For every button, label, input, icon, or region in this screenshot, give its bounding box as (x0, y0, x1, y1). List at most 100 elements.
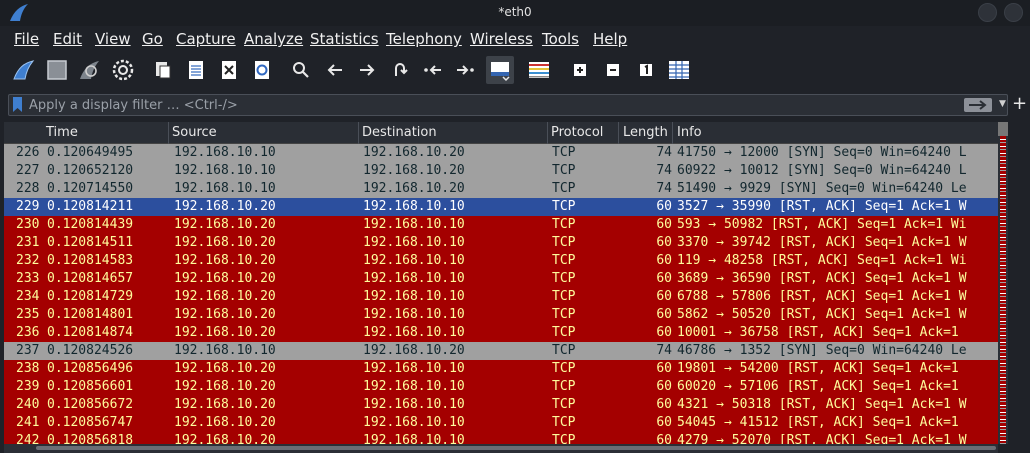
packet-cell-time: 0.120814729 (47, 289, 134, 304)
horizontal-scroll-thumb[interactable] (36, 446, 996, 450)
menu-wireless[interactable]: Wireless (470, 30, 533, 48)
packet-cell-src: 192.168.10.20 (174, 433, 276, 444)
menu-telephony[interactable]: Telephony (386, 30, 462, 48)
packet-cell-time: 0.120824526 (47, 343, 134, 358)
packet-row[interactable]: 240 0.120856672 192.168.10.20 192.168.10.10… (4, 396, 998, 414)
packet-cell-info: 10001 → 36758 [RST, ACK] Seq=1 Ack=1 (677, 325, 959, 340)
menu-analyze[interactable]: Analyze (244, 30, 303, 48)
packet-minimap[interactable] (1000, 122, 1006, 444)
jump-arrow-icon (395, 63, 408, 76)
zoom-out-button[interactable] (600, 57, 626, 83)
capture-options-button[interactable] (110, 57, 136, 83)
filter-history-dropdown[interactable]: ▼ (999, 99, 1006, 109)
main-toolbar (0, 52, 1030, 90)
column-divider[interactable] (618, 122, 619, 144)
packet-cell-no: 240 (16, 397, 40, 412)
packet-row[interactable]: 233 0.120814657 192.168.10.20 192.168.10.10… (4, 270, 998, 288)
column-header-protocol[interactable]: Protocol (551, 125, 603, 140)
stop-capture-button[interactable] (44, 57, 70, 83)
last-packet-icon (457, 65, 474, 75)
restart-capture-button[interactable] (76, 57, 102, 83)
packet-row[interactable]: 232 0.120814583 192.168.10.20 192.168.10.10… (4, 252, 998, 270)
menu-capture[interactable]: Capture (176, 30, 236, 48)
packet-row[interactable]: 239 0.120856601 192.168.10.20 192.168.10.10… (4, 378, 998, 396)
column-header-source[interactable]: Source (172, 125, 217, 140)
minimize-button[interactable] (978, 3, 997, 22)
add-filter-button-icon[interactable]: + (1012, 94, 1027, 114)
packet-cell-proto: TCP (552, 433, 576, 444)
column-divider[interactable] (547, 122, 548, 144)
packet-cell-dst: 192.168.10.20 (363, 163, 465, 178)
column-divider[interactable] (672, 122, 673, 144)
open-file-button[interactable] (150, 57, 176, 83)
menu-tools[interactable]: Tools (542, 30, 579, 48)
menu-help[interactable]: Help (593, 30, 627, 48)
save-file-button[interactable] (183, 57, 209, 83)
packet-row[interactable]: 229 0.120814211 192.168.10.20 192.168.10.10… (4, 198, 998, 216)
go-to-packet-button[interactable] (387, 57, 413, 83)
packet-cell-time: 0.120814439 (47, 217, 134, 232)
packet-cell-proto: TCP (552, 217, 576, 232)
packet-row[interactable]: 235 0.120814801 192.168.10.20 192.168.10.10… (4, 306, 998, 324)
first-packet-button[interactable] (420, 57, 446, 83)
packet-cell-dst: 192.168.10.10 (363, 433, 465, 444)
display-filter-input[interactable] (29, 96, 949, 114)
packet-row[interactable]: 241 0.120856747 192.168.10.20 192.168.10.10… (4, 414, 998, 432)
column-divider[interactable] (168, 122, 169, 144)
packet-cell-proto: TCP (552, 379, 576, 394)
packet-list[interactable]: Time Source Destination Protocol Length … (4, 122, 998, 444)
reload-file-button[interactable] (249, 57, 275, 83)
packet-row[interactable]: 231 0.120814511 192.168.10.20 192.168.10.10… (4, 234, 998, 252)
packet-cell-proto: TCP (552, 145, 576, 160)
zoom-in-button[interactable] (567, 57, 593, 83)
column-header-length[interactable]: Length (623, 125, 668, 140)
packet-cell-time: 0.120814801 (47, 307, 134, 322)
menu-file[interactable]: File (14, 30, 39, 48)
column-header-info[interactable]: Info (677, 125, 702, 140)
packet-row[interactable]: 238 0.120856496 192.168.10.20 192.168.10.10… (4, 360, 998, 378)
search-icon (293, 62, 309, 78)
last-packet-button[interactable] (452, 57, 478, 83)
packet-cell-info: 3527 → 35990 [RST, ACK] Seq=1 Ack=1 W (677, 199, 967, 214)
packet-cell-src: 192.168.10.10 (174, 181, 276, 196)
packet-cell-info: 60020 → 57106 [RST, ACK] Seq=1 Ack=1 (677, 379, 959, 394)
packet-cell-src: 192.168.10.20 (174, 325, 276, 340)
colorize-button[interactable] (526, 57, 552, 83)
packet-row[interactable]: 236 0.120814874 192.168.10.20 192.168.10.10… (4, 324, 998, 342)
packet-row[interactable]: 234 0.120814729 192.168.10.20 192.168.10.10… (4, 288, 998, 306)
bookmark-icon[interactable] (12, 97, 23, 113)
packet-cell-dst: 192.168.10.20 (363, 343, 465, 358)
column-header-destination[interactable]: Destination (362, 125, 437, 140)
packet-cell-info: 5862 → 50520 [RST, ACK] Seq=1 Ack=1 W (677, 307, 967, 322)
maximize-button[interactable] (1004, 3, 1023, 22)
zoom-in-icon (574, 64, 586, 76)
go-forward-button[interactable] (354, 57, 380, 83)
column-divider[interactable] (358, 122, 359, 144)
packet-row[interactable]: 237 0.120824526 192.168.10.10 192.168.10.20… (4, 342, 998, 360)
packet-row[interactable]: 242 0.120856818 192.168.10.20 192.168.10.10… (4, 432, 998, 444)
close-file-button[interactable] (216, 57, 242, 83)
packet-row[interactable]: 227 0.120652120 192.168.10.10 192.168.10.20… (4, 162, 998, 180)
packet-cell-proto: TCP (552, 307, 576, 322)
start-capture-button[interactable] (10, 57, 36, 83)
packet-cell-no: 235 (16, 307, 40, 322)
menu-go[interactable]: Go (142, 30, 163, 48)
auto-scroll-button[interactable] (486, 56, 514, 84)
go-back-button[interactable] (322, 57, 348, 83)
normal-size-button[interactable] (633, 57, 659, 83)
column-header-time[interactable]: Time (46, 125, 78, 140)
menu-view[interactable]: View (95, 30, 131, 48)
packet-cell-src: 192.168.10.20 (174, 235, 276, 250)
packet-rows: 226 0.120649495 192.168.10.10 192.168.10.20… (4, 144, 998, 444)
packet-row[interactable]: 226 0.120649495 192.168.10.10 192.168.10.20… (4, 144, 998, 162)
packet-row[interactable]: 230 0.120814439 192.168.10.20 192.168.10.10… (4, 216, 998, 234)
resize-columns-button[interactable] (666, 57, 692, 83)
find-packet-button[interactable] (288, 57, 314, 83)
apply-filter-arrow-icon[interactable] (964, 98, 992, 112)
menu-edit[interactable]: Edit (53, 30, 82, 48)
packet-row[interactable]: 228 0.120714550 192.168.10.10 192.168.10.20… (4, 180, 998, 198)
vertical-scroll-thumb[interactable] (998, 122, 1008, 136)
packet-cell-no: 230 (16, 217, 40, 232)
menu-statistics[interactable]: Statistics (310, 30, 379, 48)
packet-cell-no: 228 (16, 181, 40, 196)
